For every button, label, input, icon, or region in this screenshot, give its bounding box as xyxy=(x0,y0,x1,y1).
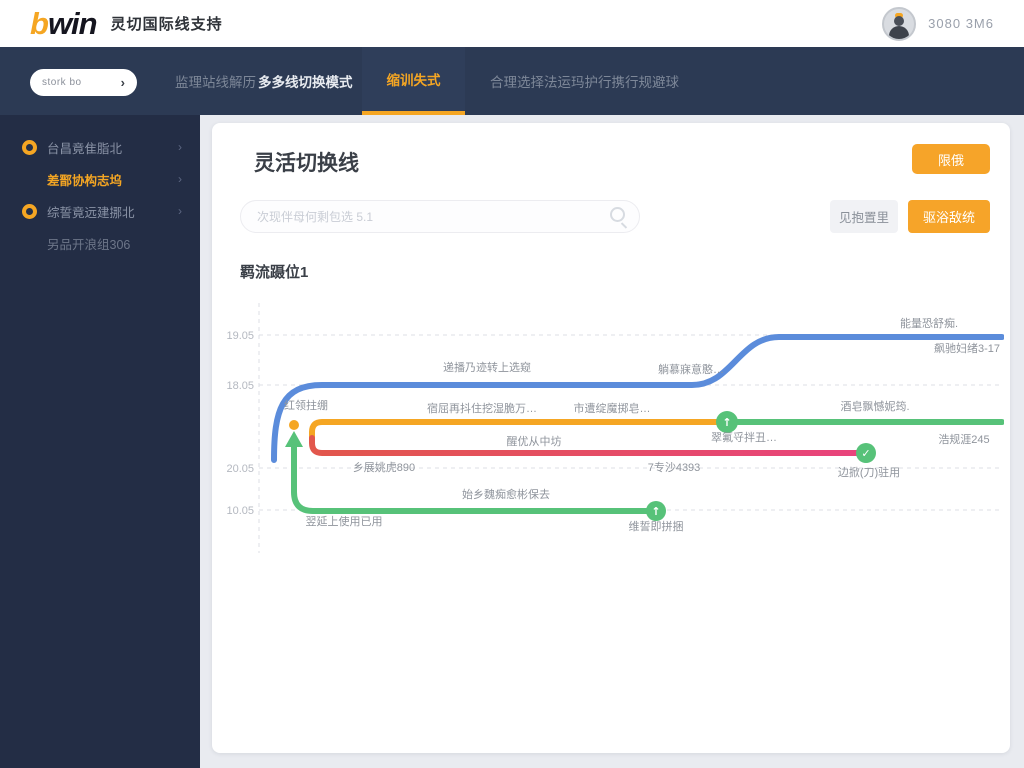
y-axis-tick-label: 10.05 xyxy=(226,505,254,517)
sidebar: 台昌竟隹脂北 › 差鄑协构志坞 › 综誓竟远建挪北 › 另品开浪组306 xyxy=(0,115,200,768)
chart-annotation: 维誓即拼捆 xyxy=(629,519,684,533)
bwin-logo: bwin xyxy=(30,5,98,42)
pink-route-line xyxy=(309,435,869,456)
chart-annotation: 7专沙4393 xyxy=(648,460,701,474)
chart-annotation: 始乡魏痴愈彬保去 xyxy=(462,487,550,501)
tab-label: 缩训失式 xyxy=(386,73,441,88)
tab-label-bold: 多多线切换模式 xyxy=(258,75,353,90)
app-window: bwin 灵切国际线支持 3080 3M6 stork bo › 监理站线解历 … xyxy=(0,0,1024,768)
nav-dropdown-pill[interactable]: stork bo › xyxy=(30,69,137,96)
sidebar-item-1[interactable]: 台昌竟隹脂北 › xyxy=(0,132,200,162)
chart-annotation: 浩规涯245 xyxy=(938,432,989,446)
up-arrow-icon: ↑ xyxy=(722,416,731,429)
up-arrow-icon: ↑ xyxy=(651,505,660,518)
route-chart: ↑ ✓ ↑ 19.05 18.05 20.05 10.05 递播乃迹转上选窥 躺慕寐意憨…… xyxy=(226,303,1004,553)
user-avatar-icon[interactable] xyxy=(882,6,917,41)
nav-pill-label: stork bo xyxy=(42,77,82,88)
chart-annotation: 飙驰妇绪3-17 xyxy=(934,341,1000,355)
y-axis-tick-label: 18.05 xyxy=(226,380,254,392)
search-input[interactable] xyxy=(240,200,640,233)
chevron-right-icon: › xyxy=(120,75,125,90)
tab-secondary[interactable]: 合理选择法运玛护行携行规避球 xyxy=(490,47,679,115)
sidebar-item-2-active[interactable]: 差鄑协构志坞 › xyxy=(0,164,200,194)
chevron-right-icon: › xyxy=(178,204,182,218)
tab-multiline-mode[interactable]: 监理站线解历 多多线切换模式 xyxy=(175,47,353,115)
tab-active[interactable]: 缩训失式 xyxy=(362,47,465,115)
top-header: bwin 灵切国际线支持 3080 3M6 xyxy=(0,0,1024,47)
sidebar-item-label: 差鄑协构志坞 xyxy=(47,173,123,188)
chart-annotation: 乡展姚虎890 xyxy=(353,460,415,474)
tab-label-gray: 监理站线解历 xyxy=(175,75,256,90)
header-user-area: 3080 3M6 xyxy=(882,0,994,47)
user-id-label: 3080 3M6 xyxy=(928,16,994,31)
search-icon xyxy=(610,207,625,222)
clock-icon xyxy=(22,139,37,155)
chart-annotation: 翠氟寽拌丑… xyxy=(711,430,777,444)
app-title: 灵切国际线支持 xyxy=(110,16,223,33)
main-navbar: stork bo › 监理站线解历 多多线切换模式 缩训失式 合理选择法运玛护行… xyxy=(0,47,1024,115)
chart-annotation: 醒优从中坊 xyxy=(507,434,562,448)
logo-win: win xyxy=(47,5,98,41)
chart-section-title: 羁流蹑位1 xyxy=(240,264,309,281)
chart-annotation: 翌延上使用已用 xyxy=(306,515,383,528)
logo-b: b xyxy=(30,5,49,41)
check-icon: ✓ xyxy=(861,447,870,460)
chart-annotation: 酒皂飘憾妮筠. xyxy=(840,399,909,413)
chevron-right-icon: › xyxy=(178,172,182,186)
content-card: 灵活切换线 限俄 见抱置里 驱浴敌统 羁流蹑位1 xyxy=(212,123,1010,753)
top-action-button[interactable]: 限俄 xyxy=(912,144,990,174)
blue-route-line xyxy=(271,334,1004,463)
reset-button[interactable]: 见抱置里 xyxy=(830,200,898,233)
chevron-right-icon: › xyxy=(178,140,182,154)
tab-label: 合理选择法运玛护行携行规避球 xyxy=(490,75,679,90)
chart-annotation: 宿屈再抖住挖湿脆万… xyxy=(427,401,537,415)
avatar-head xyxy=(894,15,905,26)
sidebar-item-label: 综誓竟远建挪北 xyxy=(47,205,135,220)
chart-annotation: 市遭绽魔掷皂… xyxy=(574,401,651,415)
chart-annotation: 能量恐舒痴. xyxy=(900,316,958,330)
avatar-body xyxy=(889,25,910,39)
sidebar-item-label: 台昌竟隹脂北 xyxy=(47,141,123,156)
chart-annotation: 递播乃迹转上选窥 xyxy=(443,360,531,374)
y-axis-tick-label: 19.05 xyxy=(226,330,254,342)
chart-annotation: 躺慕寐意憨… xyxy=(658,362,724,376)
submit-button[interactable]: 驱浴敌统 xyxy=(908,200,990,233)
sidebar-item-3[interactable]: 综誓竟远建挪北 › xyxy=(0,196,200,226)
page-title: 灵活切换线 xyxy=(254,152,359,175)
y-axis-tick-label: 20.05 xyxy=(226,463,254,475)
chart-annotation: 红领拄绷 xyxy=(284,398,328,412)
target-icon xyxy=(22,203,37,219)
chart-annotation: 边掀(刀)驻用 xyxy=(838,465,900,479)
sidebar-item-label: 另品开浪组306 xyxy=(47,237,131,252)
sidebar-item-4[interactable]: 另品开浪组306 xyxy=(0,228,200,258)
start-station-dot xyxy=(289,420,299,430)
